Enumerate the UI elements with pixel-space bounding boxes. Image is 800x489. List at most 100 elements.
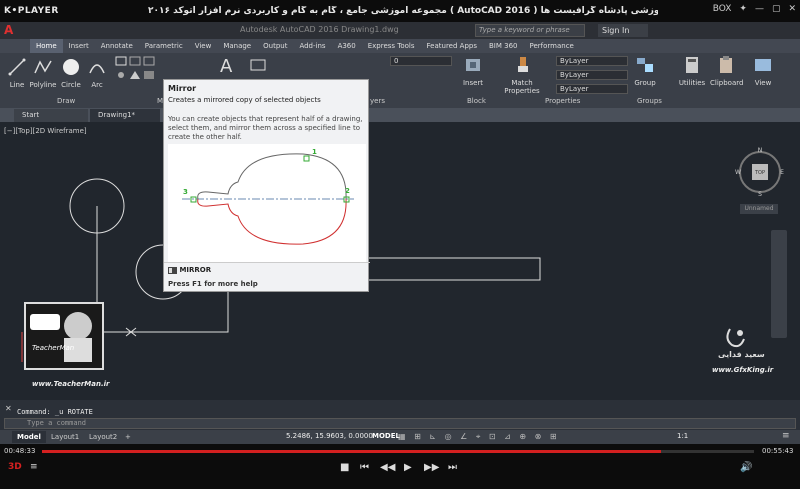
app-menu-icon[interactable]: A <box>4 22 28 39</box>
lineweight-select[interactable]: ByLayer <box>556 84 628 94</box>
tab-parametric[interactable]: Parametric <box>139 39 189 53</box>
insert-button[interactable]: Insert <box>460 55 486 87</box>
acad-title-bar: A Autodesk AutoCAD 2016 Drawing1.dwg Typ… <box>0 22 800 39</box>
line-button[interactable]: Line <box>6 57 28 89</box>
arc-button[interactable]: Arc <box>86 57 108 89</box>
drawing-canvas[interactable]: [−][Top][2D Wireframe] TOP N S E W Unnam… <box>0 122 800 400</box>
tab-drawing1[interactable]: Drawing1* <box>90 109 160 122</box>
status-bar: Model Layout1 Layout2 + 5.2486, 15.9603,… <box>0 430 800 444</box>
tab-insert[interactable]: Insert <box>63 39 95 53</box>
ucs-dropdown[interactable]: Unnamed <box>740 204 778 214</box>
tooltip-command-row: MIRROR <box>168 266 211 274</box>
player-window-controls: BOX ✦ — ▢ ✕ <box>713 4 796 14</box>
layer-select[interactable]: 0 <box>390 56 452 66</box>
file-tab-bar: Start Drawing1* <box>0 108 800 122</box>
minimize-icon[interactable]: — <box>755 4 764 14</box>
mirror-tooltip: Mirror Creates a mirrored copy of select… <box>163 79 370 292</box>
add-layout-icon[interactable]: + <box>120 431 136 443</box>
view-icon <box>755 59 771 71</box>
rewind-icon[interactable]: ◀◀ <box>380 462 395 473</box>
player-logo: K•PLAYER <box>4 6 59 16</box>
model-space-button[interactable]: MODEL <box>372 432 400 440</box>
drawn-rectangle <box>366 257 541 281</box>
linetype-select[interactable]: ByLayer <box>556 70 628 80</box>
color-select[interactable]: ByLayer <box>556 56 628 66</box>
search-input[interactable]: Type a keyword or phrase <box>475 24 585 37</box>
tooltip-divider <box>164 262 370 263</box>
groups-panel-label[interactable]: Groups <box>637 97 662 105</box>
tab-bim360[interactable]: BIM 360 <box>483 39 524 53</box>
settings-menu-icon[interactable]: ≡ <box>782 431 790 441</box>
stop-icon[interactable]: ■ <box>340 462 349 473</box>
next-icon[interactable]: ⏭ <box>448 462 457 473</box>
teacherman-url: www.TeacherMan.ir <box>32 380 110 388</box>
match-properties-button[interactable]: Match Properties <box>504 55 540 95</box>
playlist-icon[interactable]: ≡ <box>30 462 38 472</box>
command-close-icon[interactable]: ✕ <box>5 404 12 413</box>
tab-performance[interactable]: Performance <box>523 39 579 53</box>
view-button[interactable]: View <box>750 55 776 87</box>
tab-start[interactable]: Start <box>14 109 88 122</box>
layout-tab-layout2[interactable]: Layout2 <box>84 431 122 443</box>
total-time: 00:55:43 <box>762 447 794 455</box>
tab-annotate[interactable]: Annotate <box>95 39 139 53</box>
tab-featured-apps[interactable]: Featured Apps <box>421 39 483 53</box>
tab-manage[interactable]: Manage <box>217 39 257 53</box>
forward-icon[interactable]: ▶▶ <box>424 462 439 473</box>
tooltip-command-name: MIRROR <box>179 266 212 274</box>
paintbrush-icon <box>518 57 528 72</box>
tab-view[interactable]: View <box>189 39 218 53</box>
seek-bar[interactable] <box>42 450 754 453</box>
tab-addins[interactable]: Add-ins <box>293 39 331 53</box>
group-icon <box>637 58 653 72</box>
layout-tab-model[interactable]: Model <box>12 431 46 443</box>
mirror-point-1-label: 1 <box>312 148 317 156</box>
close-icon[interactable]: ✕ <box>788 4 796 14</box>
pin-icon[interactable]: ✦ <box>739 4 747 14</box>
polyline-label: Polyline <box>29 81 57 89</box>
tab-home[interactable]: Home <box>30 39 63 53</box>
group-button[interactable]: Group <box>632 55 658 87</box>
properties-panel-label[interactable]: Properties <box>545 97 580 105</box>
clipboard-icon <box>720 56 732 73</box>
ribbon-tab-bar: Home Insert Annotate Parametric View Man… <box>0 39 800 53</box>
mirror-point-2-label: 2 <box>345 187 350 195</box>
tab-output[interactable]: Output <box>257 39 293 53</box>
box-label[interactable]: BOX <box>713 4 732 14</box>
tab-a360[interactable]: A360 <box>332 39 362 53</box>
utilities-icon <box>686 57 698 73</box>
navigation-bar[interactable] <box>771 230 787 338</box>
clipboard-label: Clipboard <box>710 79 744 87</box>
draw-panel-label[interactable]: Draw <box>57 97 75 105</box>
document-title: Autodesk AutoCAD 2016 Drawing1.dwg <box>240 25 399 34</box>
mirror-illustration: 1 2 3 <box>168 144 366 262</box>
dimension-button[interactable] <box>246 55 270 79</box>
tab-express-tools[interactable]: Express Tools <box>362 39 421 53</box>
clipboard-button[interactable]: Clipboard <box>710 55 744 87</box>
block-panel-label[interactable]: Block <box>467 97 486 105</box>
circle-button[interactable]: Circle <box>60 57 82 89</box>
insert-label: Insert <box>462 79 484 87</box>
playback-controls: 3D ≡ ■ ⏮ ◀◀ ▶ ▶▶ ⏭ 🔊 <box>0 460 800 482</box>
draw-small-tools[interactable] <box>112 55 162 91</box>
cursor-coordinates: 5.2486, 15.9603, 0.0000 <box>286 432 373 440</box>
viewcube-south-label: S <box>758 191 762 197</box>
signin-button[interactable]: Sign In <box>598 24 648 37</box>
previous-icon[interactable]: ⏮ <box>360 462 369 473</box>
maximize-icon[interactable]: ▢ <box>772 4 781 14</box>
status-toggle-icons[interactable]: ▦ ⊞ ⊾ ◎ ∠ ⌖ ⊡ ⊿ ⊕ ⊗ ⊞ <box>398 432 560 442</box>
layout-tab-layout1[interactable]: Layout1 <box>46 431 84 443</box>
text-button[interactable]: A <box>215 55 239 79</box>
volume-icon[interactable]: 🔊 <box>740 462 752 473</box>
insert-icon <box>466 59 480 71</box>
layers-panel-label[interactable]: yers <box>370 97 385 105</box>
viewcube[interactable]: TOP N S E W <box>735 147 785 197</box>
annotation-scale[interactable]: 1:1 <box>677 432 688 440</box>
polyline-button[interactable]: Polyline <box>28 57 58 89</box>
utilities-button[interactable]: Utilities <box>676 55 708 87</box>
command-input[interactable]: Type a command <box>4 418 796 429</box>
mirror-point-3-label: 3 <box>183 188 188 196</box>
viewcube-east-label: E <box>780 169 784 176</box>
teacherman-avatar-icon: TeacherMan <box>30 312 92 362</box>
play-icon[interactable]: ▶ <box>404 462 412 473</box>
